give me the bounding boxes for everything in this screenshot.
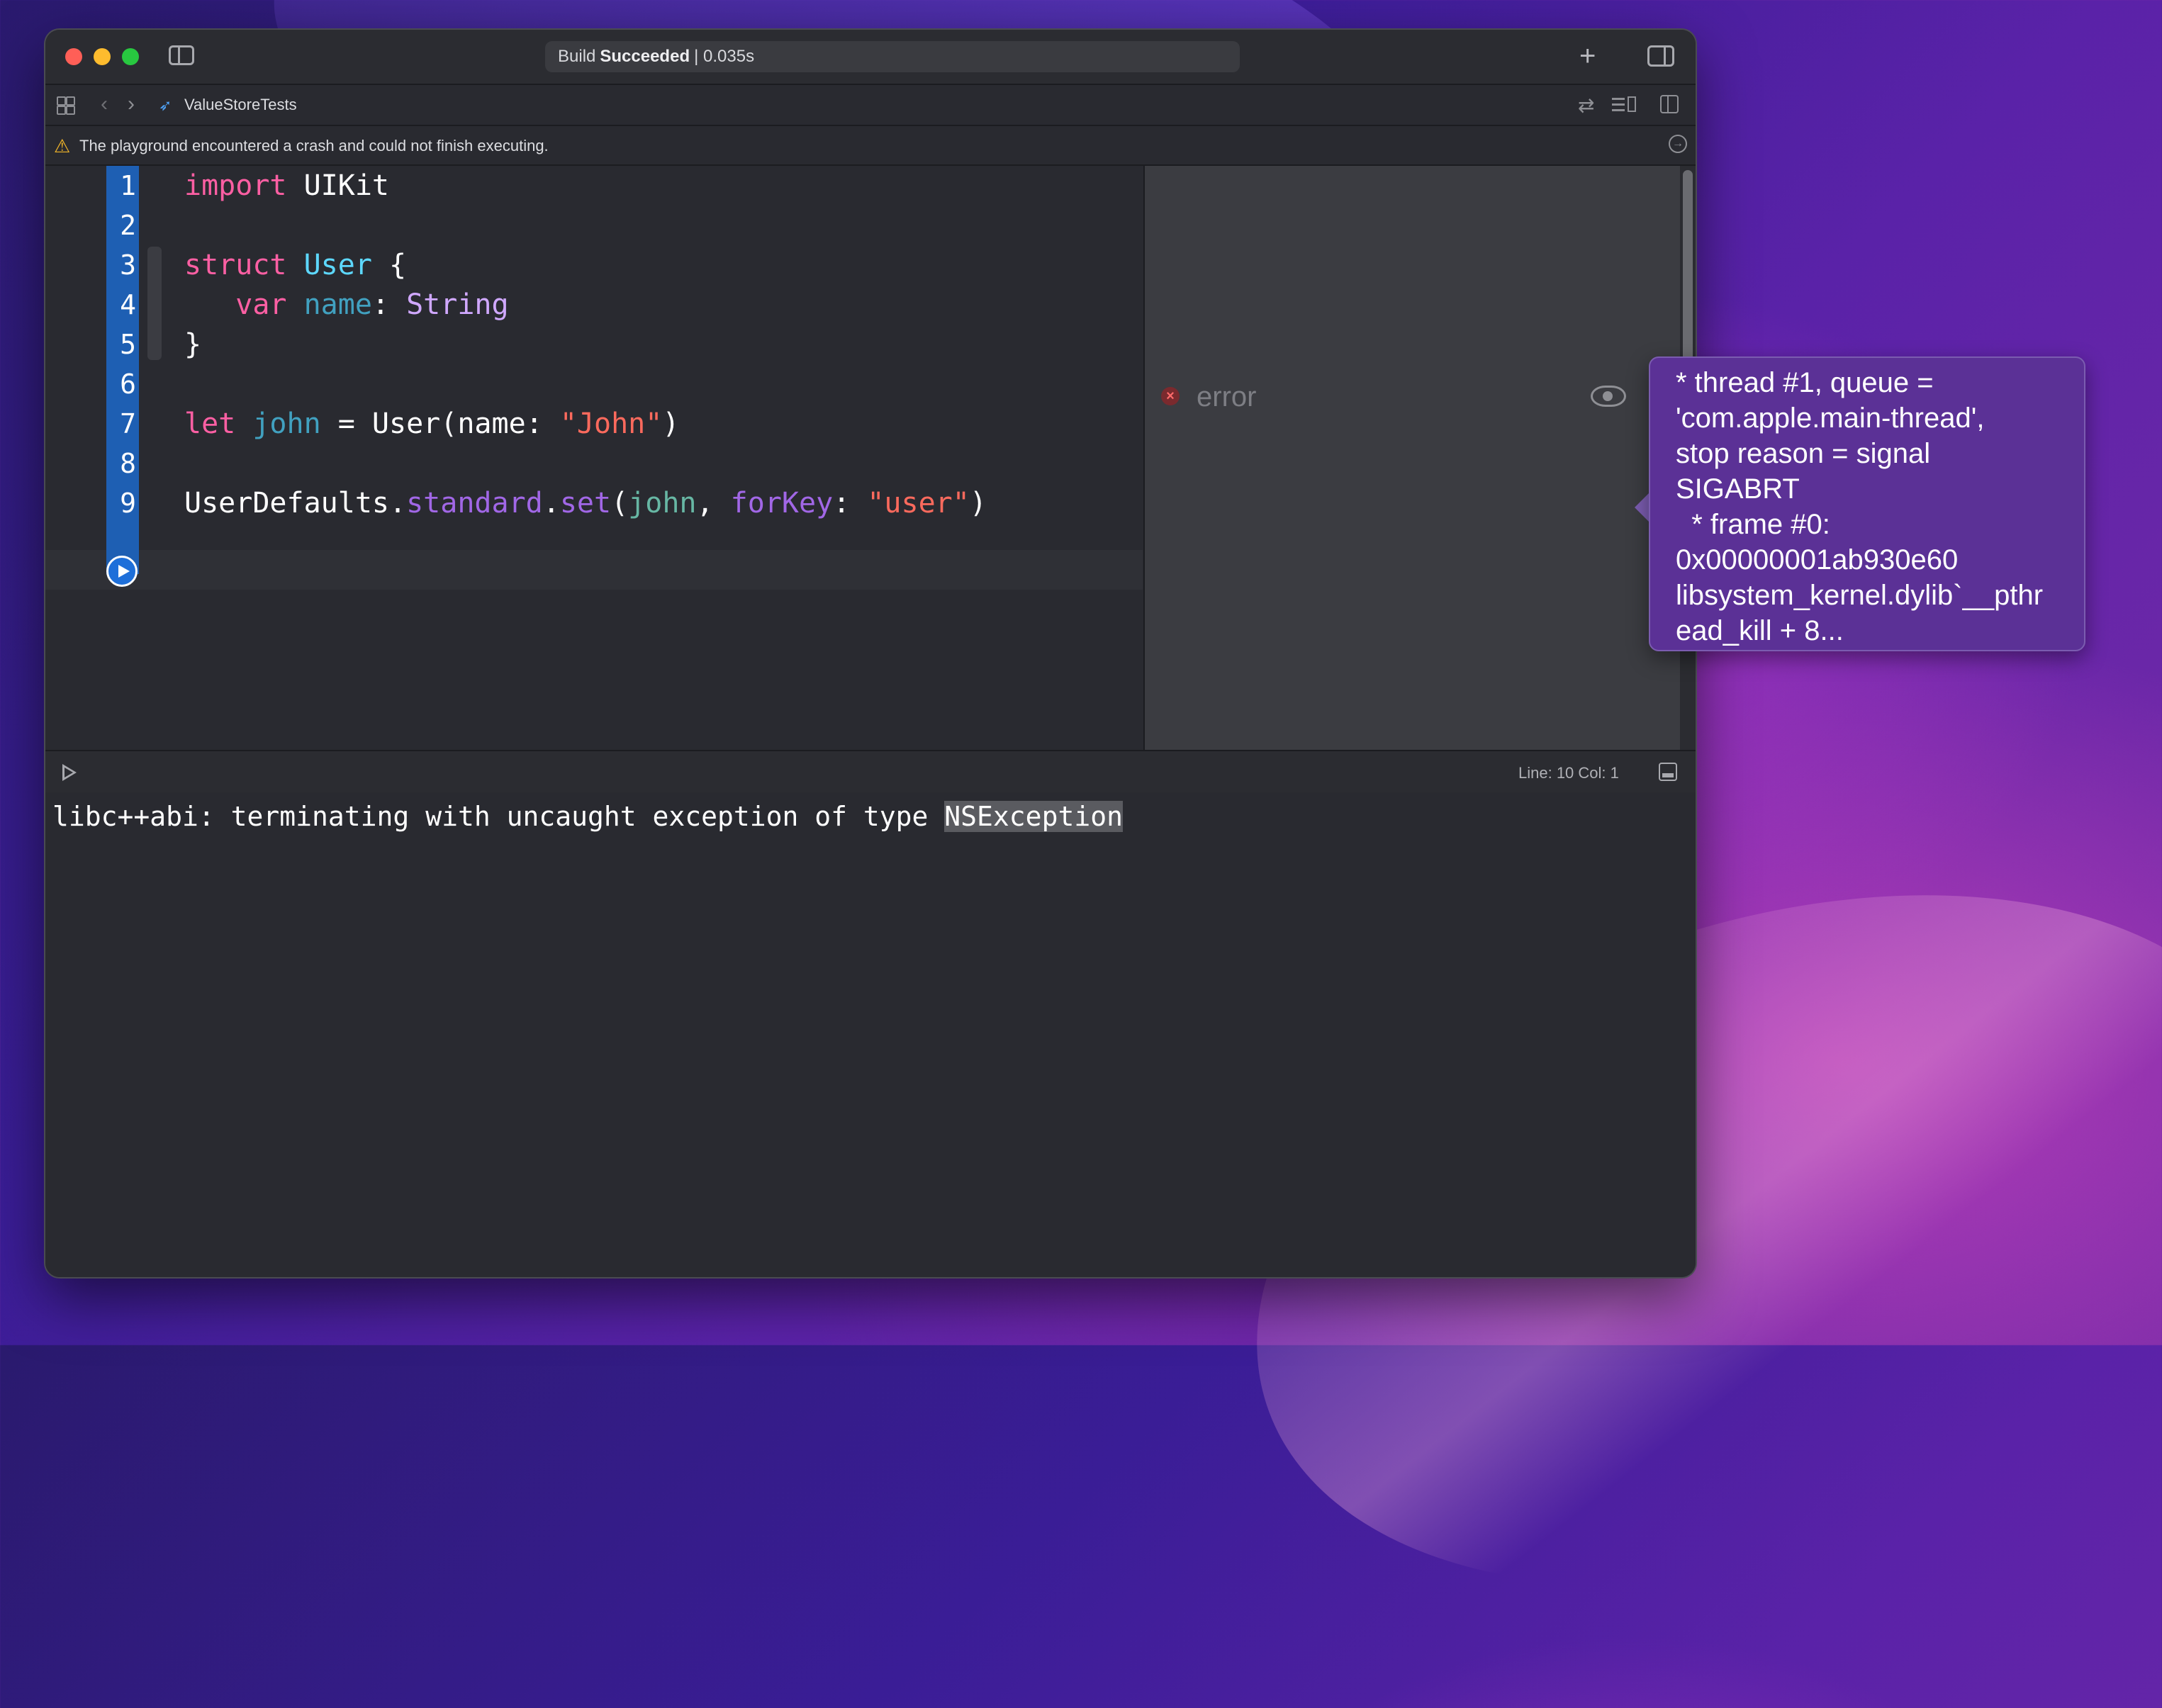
error-icon: × — [1161, 387, 1180, 405]
crash-message: The playground encountered a crash and c… — [79, 137, 549, 154]
build-status-prefix: Build — [558, 47, 596, 66]
code-line-3: struct User { — [184, 245, 406, 285]
variable-name: john — [628, 487, 697, 519]
xcode-playground-window: Build Succeeded | 0.035s + ‹ › ➶ ValueSt… — [45, 30, 1696, 1277]
code-text: : — [371, 288, 407, 321]
code-line-1: import UIKit — [184, 166, 389, 206]
issue-bar: ⚠ The playground encountered a crash and… — [45, 126, 1696, 166]
activity-status-view: Build Succeeded | 0.035s — [545, 41, 1240, 72]
quick-look-eye-icon[interactable] — [1591, 386, 1626, 407]
console-output-line: libc++abi: terminating with uncaught exc… — [52, 798, 1123, 835]
code-text: = User(name: — [320, 408, 560, 440]
code-text: : — [833, 487, 868, 519]
editor-options-icon[interactable] — [1612, 96, 1636, 113]
code-text: ) — [662, 408, 680, 440]
build-status-result: Succeeded — [600, 47, 690, 66]
code-line-4: var name: String — [184, 285, 509, 325]
popover-line: 'com.apple.main-thread', — [1676, 403, 1985, 434]
popover-line: * thread #1, queue = — [1676, 367, 1934, 398]
argument-label: forKey — [730, 487, 834, 519]
breadcrumb-file[interactable]: ValueStoreTests — [184, 96, 297, 114]
code-text: { — [371, 249, 407, 281]
debug-bar: Line: 10 Col: 1 — [45, 750, 1696, 794]
popover-line: libsystem_kernel.dylib`__pthr — [1676, 580, 2044, 611]
navigator-toggle-icon[interactable] — [169, 45, 194, 65]
editor-scroll-thumb[interactable] — [1683, 170, 1693, 361]
keyword: struct — [184, 249, 287, 281]
forward-chevron-icon[interactable]: › — [128, 92, 135, 116]
keyword: var — [235, 288, 287, 321]
keyword: import — [184, 169, 287, 202]
run-playground-icon[interactable] — [62, 764, 77, 781]
popover-arrow — [1635, 492, 1650, 523]
type-name: String — [406, 288, 509, 321]
console-selected-text[interactable]: NSException — [944, 801, 1123, 832]
window-toolbar: Build Succeeded | 0.035s + — [45, 30, 1696, 85]
issue-navigate-icon[interactable]: → — [1669, 135, 1687, 153]
string-literal: "user" — [867, 487, 970, 519]
code-text: ( — [611, 487, 629, 519]
inspector-toggle-icon[interactable] — [1647, 45, 1674, 67]
related-files-swap-icon[interactable]: ⇄ — [1578, 94, 1594, 117]
keyword: let — [184, 408, 236, 440]
jump-bar: ‹ › ➶ ValueStoreTests ⇄ — [45, 85, 1696, 126]
popover-line: stop reason = signal — [1676, 438, 1931, 469]
minimize-window-button[interactable] — [94, 48, 111, 65]
type-name: User — [303, 249, 372, 281]
code-text: UIKit — [286, 169, 389, 202]
zoom-window-button[interactable] — [122, 48, 139, 65]
line-number: 2 — [120, 210, 136, 241]
line-number: 9 — [120, 488, 136, 519]
result-error-label: error — [1197, 381, 1257, 412]
line-number: 4 — [120, 289, 136, 320]
related-items-icon[interactable] — [57, 96, 75, 115]
popover-line: SIGABRT — [1676, 473, 1800, 505]
code-text: ) — [969, 487, 987, 519]
code-line-7: let john = User(name: "John") — [184, 404, 679, 444]
cursor-position: Line: 10 Col: 1 — [1518, 764, 1619, 782]
code-text: . — [542, 487, 560, 519]
member-name: set — [559, 487, 612, 519]
add-editor-icon[interactable] — [1660, 95, 1679, 113]
property-name: john — [252, 408, 321, 440]
code-line-5: } — [184, 325, 201, 364]
line-number: 8 — [120, 448, 136, 479]
warning-triangle-icon: ⚠ — [54, 135, 71, 157]
swift-file-icon: ➶ — [159, 96, 172, 114]
code-text: , — [696, 487, 731, 519]
line-number: 7 — [120, 408, 136, 439]
source-editor[interactable]: 1 2 3 4 5 6 7 8 9 import UIKit struct Us… — [45, 166, 1143, 750]
add-button[interactable]: + — [1579, 38, 1596, 74]
code-text: UserDefaults. — [184, 487, 407, 519]
popover-line: ead_kill + 8... — [1676, 615, 1844, 646]
code-text: } — [184, 328, 202, 361]
line-number: 1 — [120, 170, 136, 201]
build-status-time: | 0.035s — [694, 47, 755, 66]
close-window-button[interactable] — [65, 48, 82, 65]
debug-console[interactable]: libc++abi: terminating with uncaught exc… — [45, 792, 1696, 1277]
line-number: 5 — [120, 329, 136, 360]
console-text: libc++abi: terminating with uncaught exc… — [52, 801, 945, 832]
line-number: 3 — [120, 249, 136, 281]
line-number: 6 — [120, 369, 136, 400]
run-to-line-button[interactable] — [106, 556, 138, 587]
current-line-highlight — [45, 550, 1143, 590]
member-name: standard — [406, 487, 543, 519]
string-literal: "John" — [559, 408, 663, 440]
console-toggle-icon[interactable] — [1659, 763, 1677, 781]
results-sidebar — [1143, 166, 1681, 750]
code-fold-ribbon[interactable] — [147, 247, 162, 360]
back-chevron-icon[interactable]: ‹ — [101, 92, 108, 116]
property-name: name — [303, 288, 372, 321]
popover-line: 0x00000001ab930e60 — [1676, 544, 1959, 575]
code-line-9: UserDefaults.standard.set(john, forKey: … — [184, 483, 987, 523]
crash-details-popover: * thread #1, queue = 'com.apple.main-thr… — [1649, 356, 2085, 651]
popover-line: * frame #0: — [1676, 509, 1830, 540]
